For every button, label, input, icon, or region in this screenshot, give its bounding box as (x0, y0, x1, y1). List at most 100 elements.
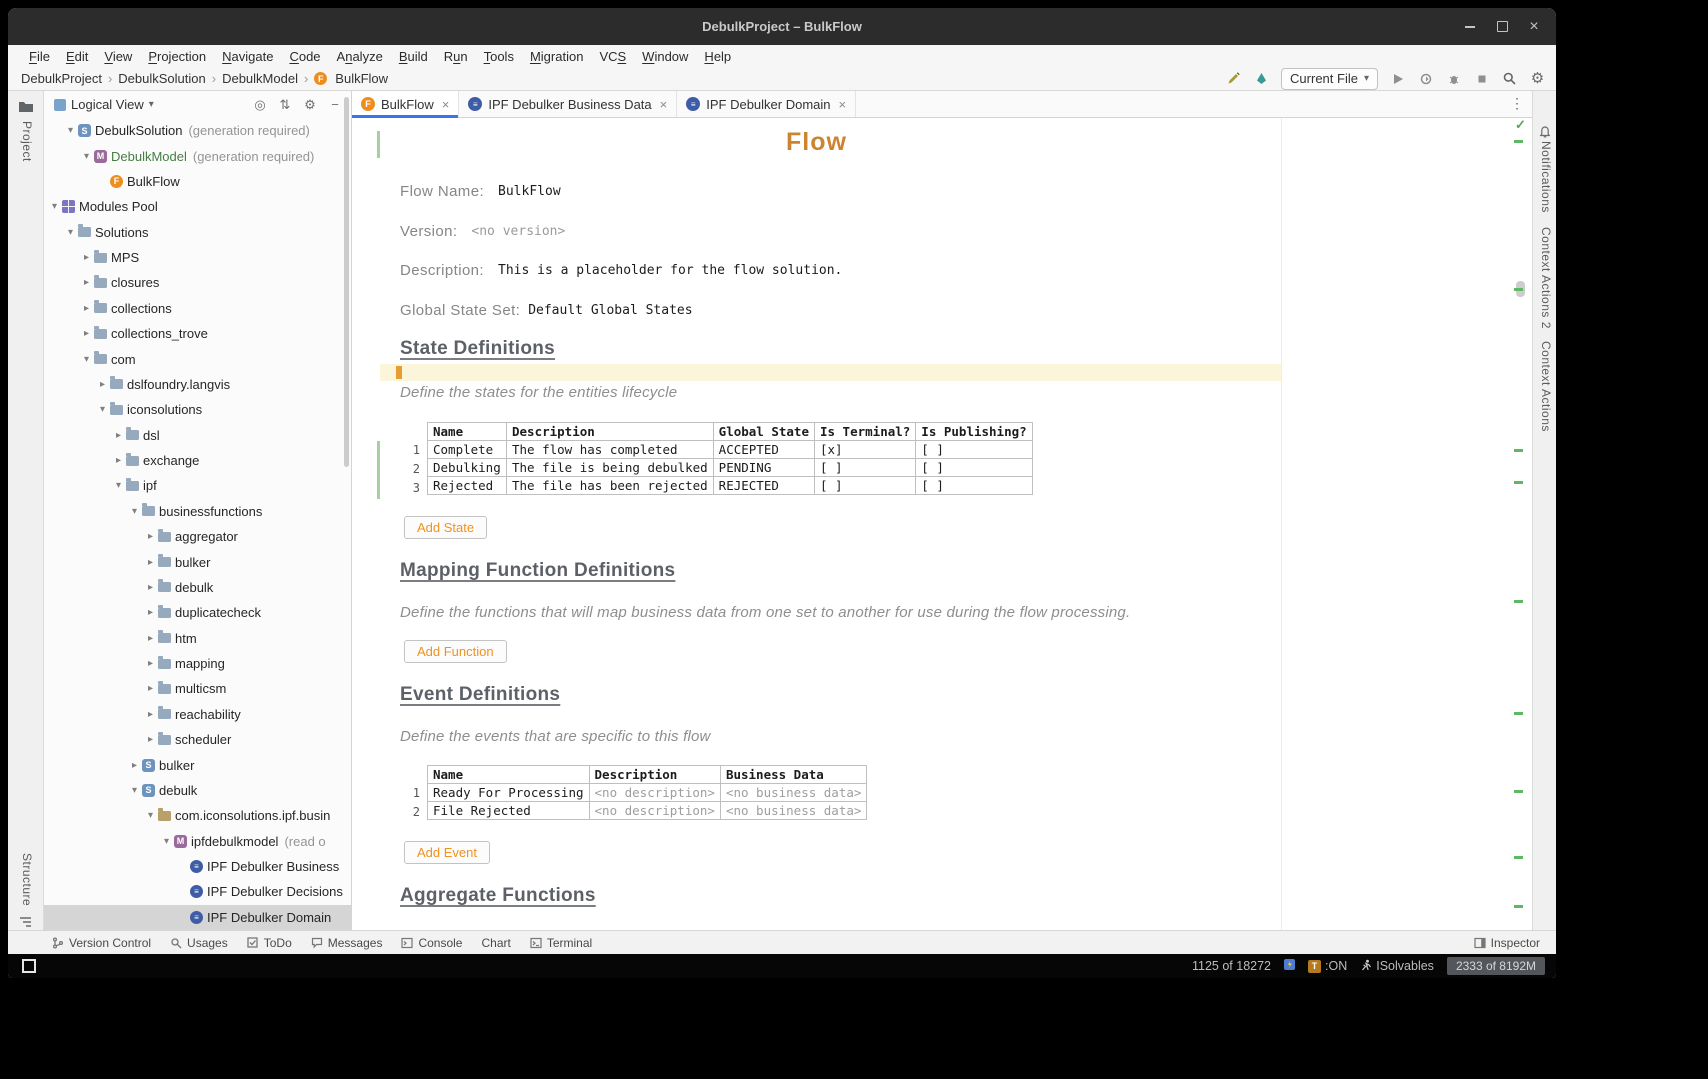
chevron-right-icon[interactable]: ▸ (144, 557, 157, 568)
tab-close-icon[interactable]: × (839, 97, 847, 112)
chevron-down-icon[interactable]: ▾ (64, 227, 77, 238)
table-cell[interactable]: Rejected (428, 477, 507, 495)
tree-item-ipf-debulker-decisions[interactable]: IPF Debulker Decisions (44, 879, 351, 904)
tree-item-debulk[interactable]: ▸debulk (44, 575, 351, 600)
table-cell[interactable]: REJECTED (713, 477, 814, 495)
global-state-set-value[interactable]: Default Global States (528, 303, 692, 318)
tree-item-exchange[interactable]: ▸exchange (44, 448, 351, 473)
chevron-right-icon[interactable]: ▸ (144, 683, 157, 694)
marker-pen-icon[interactable] (1253, 70, 1270, 87)
add-event-button[interactable]: Add Event (404, 841, 490, 864)
node-counter[interactable]: 1125 of 18272 (1192, 959, 1271, 973)
tree-item-multicsm[interactable]: ▸multicsm (44, 676, 351, 701)
project-tool-icon[interactable] (18, 99, 34, 118)
tree-item-ipfdebulkmodel[interactable]: ▾ipfdebulkmodel(read o (44, 829, 351, 854)
menu-item-navigate[interactable]: Navigate (214, 49, 281, 64)
toggle-t-widget[interactable]: T :ON (1308, 959, 1347, 973)
tab-ipf-debulker-domain[interactable]: IPF Debulker Domain× (677, 91, 856, 117)
table-cell[interactable]: [ ] (916, 477, 1032, 495)
panel-settings-icon[interactable]: ⚙ (300, 97, 320, 113)
breadcrumb-solution[interactable]: DebulkSolution (118, 71, 205, 86)
menu-item-vcs[interactable]: VCS (591, 49, 634, 64)
settings-icon[interactable]: ⚙ (1529, 70, 1546, 87)
status-terminal[interactable]: Terminal (530, 936, 592, 950)
minimize-button[interactable] (1454, 14, 1486, 40)
status-todo[interactable]: ToDo (247, 936, 292, 950)
tree-item-modules-pool[interactable]: ▾Modules Pool (44, 194, 351, 219)
tab-bulkflow[interactable]: BulkFlow× (352, 91, 459, 117)
table-cell[interactable]: [ ] (814, 477, 915, 495)
menu-item-tools[interactable]: Tools (476, 49, 522, 64)
menu-item-projection[interactable]: Projection (140, 49, 214, 64)
pencil-icon[interactable] (1225, 70, 1242, 87)
status-messages[interactable]: Messages (311, 936, 383, 950)
table-cell[interactable]: Ready For Processing (428, 784, 590, 802)
column-header-name[interactable]: Name (428, 423, 507, 441)
table-cell[interactable]: The file has been rejected (507, 477, 714, 495)
chevron-right-icon[interactable]: ▸ (144, 709, 157, 720)
add-function-button[interactable]: Add Function (404, 640, 507, 663)
chevron-down-icon[interactable]: ▾ (128, 785, 141, 796)
flow-name-value[interactable]: BulkFlow (498, 184, 561, 199)
menu-item-analyze[interactable]: Analyze (329, 49, 391, 64)
chevron-right-icon[interactable]: ▸ (144, 633, 157, 644)
tool-button-project[interactable]: Project (20, 121, 34, 162)
chevron-right-icon[interactable]: ▸ (144, 531, 157, 542)
tree-item-com[interactable]: ▾com (44, 346, 351, 371)
chevron-down-icon[interactable]: ▾ (149, 99, 154, 110)
stop-button[interactable] (1473, 70, 1490, 87)
column-header-is-publishing[interactable]: Is Publishing? (916, 423, 1032, 441)
table-cell[interactable]: Debulking (428, 459, 507, 477)
tree-item-debulk[interactable]: ▾debulk (44, 778, 351, 803)
column-header-name[interactable]: Name (428, 766, 590, 784)
hide-panel-icon[interactable]: − (325, 97, 345, 112)
status-version-control[interactable]: Version Control (52, 936, 151, 950)
chevron-right-icon[interactable]: ▸ (80, 303, 93, 314)
table-cell[interactable]: The flow has completed (507, 441, 714, 459)
profiler-button[interactable] (1445, 70, 1462, 87)
tree-item-debulksolution[interactable]: ▾DebulkSolution(generation required) (44, 118, 351, 143)
chevron-right-icon[interactable]: ▸ (144, 734, 157, 745)
tab-ipf-debulker-business-data[interactable]: IPF Debulker Business Data× (459, 91, 677, 117)
table-cell[interactable]: <no business data> (720, 784, 866, 802)
editor-scrollbar[interactable]: ✓ (1512, 118, 1532, 930)
tree-item-bulkflow[interactable]: BulkFlow (44, 169, 351, 194)
search-everywhere-icon[interactable] (1501, 70, 1518, 87)
tree-item-com-iconsolutions-ipf-busin[interactable]: ▾com.iconsolutions.ipf.busin (44, 803, 351, 828)
chevron-right-icon[interactable]: ▸ (144, 582, 157, 593)
table-cell[interactable]: ACCEPTED (713, 441, 814, 459)
tool-button-context-actions[interactable]: Context Actions (1539, 341, 1553, 432)
table-cell[interactable]: PENDING (713, 459, 814, 477)
table-cell[interactable]: Complete (428, 441, 507, 459)
chevron-down-icon[interactable]: ▾ (160, 836, 173, 847)
tree-item-debulkmodel[interactable]: ▾DebulkModel(generation required) (44, 143, 351, 168)
column-header-is-terminal[interactable]: Is Terminal? (814, 423, 915, 441)
project-scrollbar[interactable] (344, 97, 349, 467)
menu-item-code[interactable]: Code (281, 49, 328, 64)
tool-button-context-actions-2[interactable]: Context Actions 2 (1539, 227, 1553, 329)
tree-item-iconsolutions[interactable]: ▾iconsolutions (44, 397, 351, 422)
run-config-dropdown[interactable]: Current File ▾ (1281, 68, 1378, 90)
tree-item-aggregator[interactable]: ▸aggregator (44, 524, 351, 549)
tree-item-reachability[interactable]: ▸reachability (44, 702, 351, 727)
table-cell[interactable]: <no business data> (720, 802, 866, 820)
column-header-business-data[interactable]: Business Data (720, 766, 866, 784)
add-state-button[interactable]: Add State (404, 516, 487, 539)
table-cell[interactable]: <no description> (589, 802, 720, 820)
table-cell[interactable]: [ ] (916, 459, 1032, 477)
chevron-right-icon[interactable]: ▸ (128, 760, 141, 771)
menu-item-migration[interactable]: Migration (522, 49, 591, 64)
solvables-widget[interactable]: ISolvables (1360, 959, 1434, 974)
tab-close-icon[interactable]: × (442, 97, 450, 112)
menu-item-view[interactable]: View (96, 49, 140, 64)
tree-item-bulker[interactable]: ▸bulker (44, 752, 351, 777)
footer-widget-icon[interactable] (22, 959, 36, 973)
chevron-down-icon[interactable]: ▾ (64, 125, 77, 136)
locate-icon[interactable]: ◎ (250, 97, 270, 113)
column-header-description[interactable]: Description (589, 766, 720, 784)
breadcrumb-model[interactable]: DebulkModel (222, 71, 298, 86)
chevron-down-icon[interactable]: ▾ (144, 810, 157, 821)
description-value[interactable]: This is a placeholder for the flow solut… (498, 263, 842, 278)
table-cell[interactable]: [ ] (916, 441, 1032, 459)
tool-button-notifications[interactable]: Notifications (1539, 141, 1553, 213)
